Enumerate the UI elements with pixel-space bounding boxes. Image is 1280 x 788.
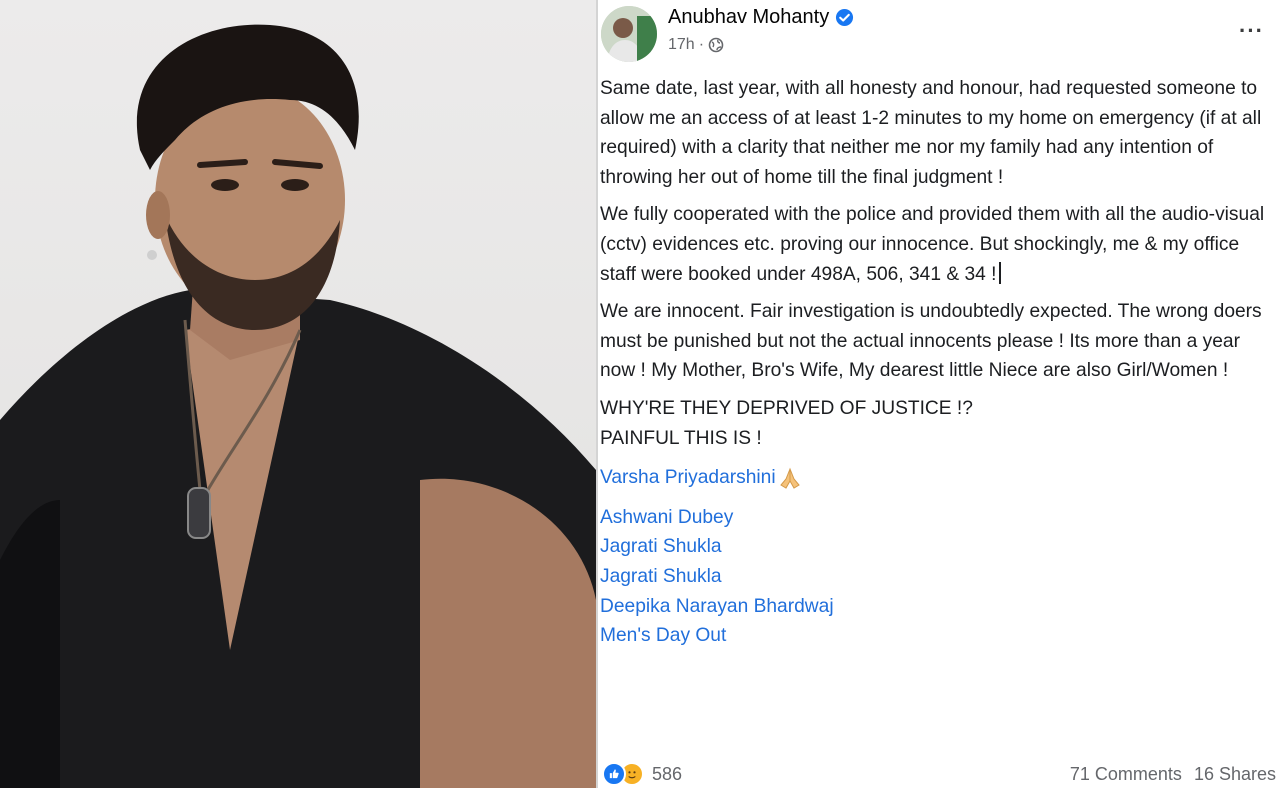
comments-count[interactable]: 71 Comments [1070,764,1182,785]
post-body: Same date, last year, with all honesty a… [600,74,1278,651]
reactions-count[interactable]: 586 [652,764,682,785]
like-reaction-icon [602,762,626,786]
tag-link[interactable]: Deepika Narayan Bhardwaj [600,592,1278,622]
avatar-image [601,6,657,62]
facebook-post: Anubhav Mohanty 17h · ··· Same date, las… [598,0,1280,788]
post-paragraph-2: We fully cooperated with the police and … [600,200,1278,289]
tag-link-text[interactable]: Varsha Priyadarshini [600,463,776,493]
more-options-icon[interactable]: ··· [1239,18,1264,44]
post-shout-line-2: PAINFUL THIS IS ! [600,427,762,449]
engagement-counts: 71 Comments 16 Shares [1070,764,1276,785]
post-meta: 17h · [668,36,724,54]
tag-link[interactable]: Jagrati Shukla [600,532,1278,562]
text-cursor [999,261,1002,284]
tag-link[interactable]: Varsha Priyadarshini [600,463,1278,493]
reactions-summary[interactable]: 586 [602,762,682,786]
post-paragraph-3: We are innocent. Fair investigation is u… [600,301,1262,382]
post-footer: 586 71 Comments 16 Shares [602,760,1276,788]
man-portrait-illustration [0,24,596,788]
post-paragraph-2-text: We fully cooperated with the police and … [600,204,1265,285]
folded-hands-emoji [779,467,800,489]
verified-badge-icon [836,8,854,27]
tag-link[interactable]: Ashwani Dubey [600,503,1278,533]
shares-count[interactable]: 16 Shares [1194,764,1276,785]
globe-icon[interactable] [708,37,724,53]
tag-link[interactable]: Men's Day Out [600,621,1278,651]
meta-separator: · [698,36,705,53]
author-name[interactable]: Anubhav Mohanty [668,6,854,29]
author-name-text[interactable]: Anubhav Mohanty [668,6,829,29]
post-photo [0,0,596,788]
tag-link[interactable]: Jagrati Shukla [600,562,1278,592]
avatar[interactable] [601,6,657,62]
post-shout-line-1: WHY'RE THEY DEPRIVED OF JUSTICE !? [600,397,973,419]
post-paragraph-1: Same date, last year, with all honesty a… [600,78,1262,188]
post-time[interactable]: 17h [668,36,695,54]
